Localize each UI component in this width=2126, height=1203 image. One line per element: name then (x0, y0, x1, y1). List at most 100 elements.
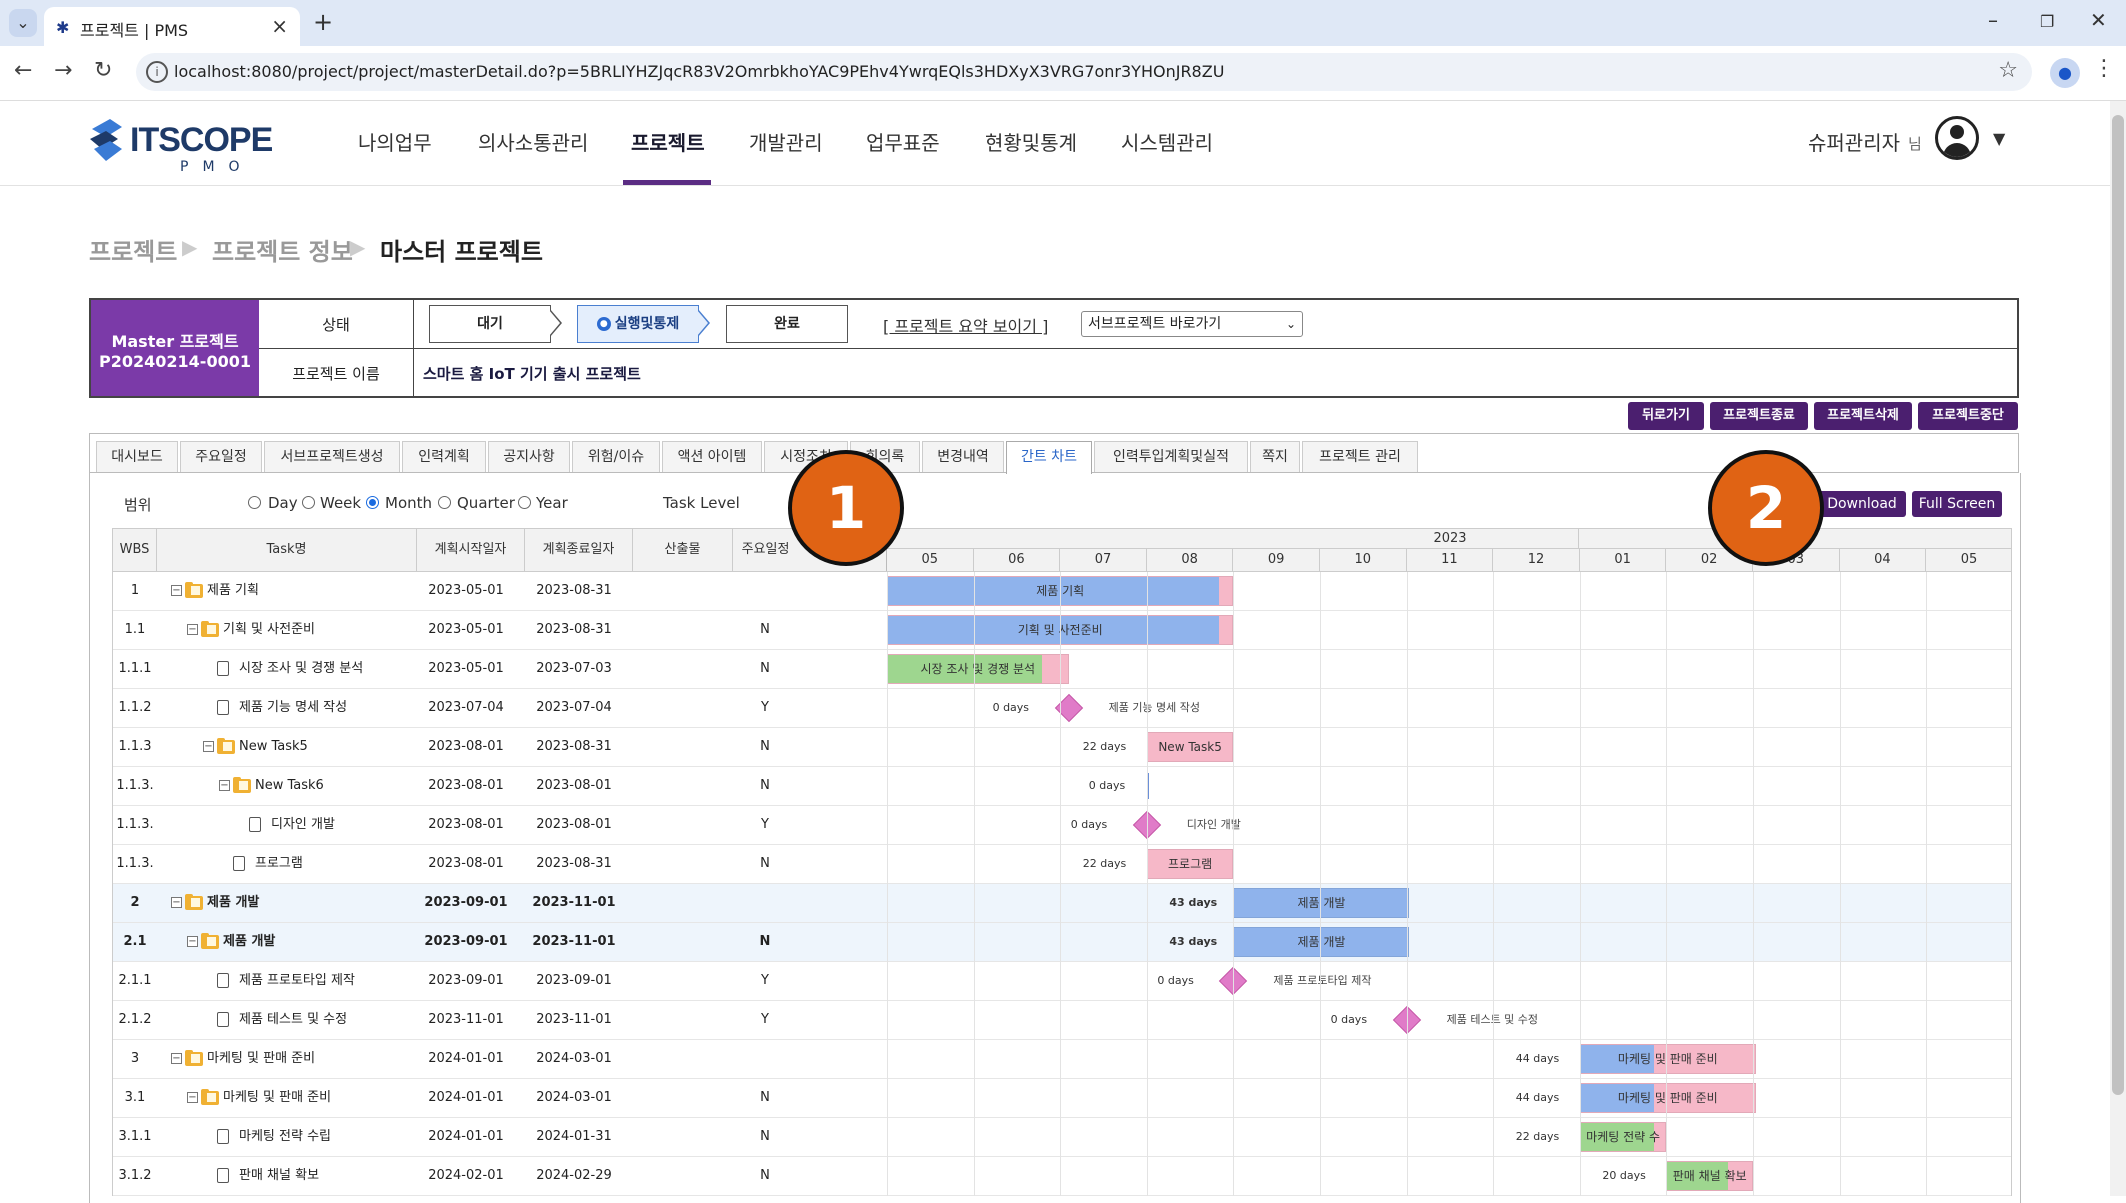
stop-project-button[interactable]: 프로젝트중단 (1918, 402, 2018, 430)
end-project-button[interactable]: 프로젝트종료 (1710, 402, 1808, 430)
download-button[interactable]: Download (1818, 491, 1906, 517)
gantt-row[interactable]: 1.1.3. 디자인 개발 2023-08-01 2023-08-01 Y 디자인 개발 0… (113, 806, 2011, 845)
tab-memo[interactable]: 쪽지 (1250, 441, 1300, 472)
collapse-toggle-icon[interactable]: − (187, 936, 198, 947)
gantt-row[interactable]: 2.1.1 제품 프로토타입 제작 2023-09-01 2023-09-01 Y 제품 … (113, 962, 2011, 1001)
breadcrumb-project-info[interactable]: 프로젝트 정보 (212, 232, 353, 267)
window-close-icon[interactable]: ✕ (2090, 8, 2107, 32)
radio-quarter[interactable] (438, 496, 451, 509)
milestone-diamond[interactable] (1054, 693, 1083, 723)
gantt-bar[interactable]: 제품 개발 (1233, 888, 1410, 918)
gantt-row[interactable]: 1.1− 기획 및 사전준비 2023-05-01 2023-08-31 N 기획 및 사… (113, 611, 2011, 650)
delete-project-button[interactable]: 프로젝트삭제 (1814, 402, 1912, 430)
new-tab-icon[interactable]: + (313, 8, 333, 36)
avatar-icon[interactable] (1935, 116, 1979, 160)
task-name[interactable]: 마케팅 및 판매 준비 (223, 1079, 331, 1117)
collapse-toggle-icon[interactable]: − (203, 741, 214, 752)
user-name[interactable]: 슈퍼관리자 (1808, 127, 1900, 156)
nav-my-work[interactable]: 나의업무 (358, 127, 432, 156)
tab-action-items[interactable]: 액션 아이템 (662, 441, 762, 472)
radio-month[interactable] (366, 496, 379, 509)
tab-gantt-chart[interactable]: 간트 차트 (1006, 441, 1092, 474)
radio-week[interactable] (302, 496, 315, 509)
gantt-row[interactable]: 3.1.1 마케팅 전략 수립 2024-01-01 2024-01-31 N 마케팅 전… (113, 1118, 2011, 1157)
gantt-row[interactable]: 1.1.3. − New Task6 2023-08-01 2023-08-01 N 0 d… (113, 767, 2011, 806)
back-icon[interactable]: ← (14, 58, 32, 83)
gantt-row[interactable]: 2.1 − 제품 개발 2023-09-01 2023-11-01 N 제품 개발 43 da… (113, 923, 2011, 962)
project-summary-link[interactable]: [ 프로젝트 요약 보이기 ] (883, 313, 1048, 337)
gantt-row[interactable]: 3.1 − 마케팅 및 판매 준비 2024-01-01 2024-03-01 N 마케팅 … (113, 1079, 2011, 1118)
nav-system-admin[interactable]: 시스템관리 (1121, 127, 1213, 156)
tab-project-management[interactable]: 프로젝트 관리 (1302, 441, 1418, 472)
url-field[interactable]: i localhost:8080/project/project/masterD… (136, 53, 2032, 91)
tab-create-subproject[interactable]: 서브프로젝트생성 (264, 441, 400, 472)
gantt-bar[interactable]: New Task5 (1146, 732, 1234, 762)
nav-communication[interactable]: 의사소통관리 (478, 127, 588, 156)
tab-staffing-results[interactable]: 인력투입계획및실적 (1094, 441, 1248, 472)
gantt-row[interactable]: 1.1.1 시장 조사 및 경쟁 분석 2023-05-01 2023-07-03 N 시… (113, 650, 2011, 689)
task-name[interactable]: 제품 프로토타입 제작 (239, 962, 355, 1000)
tab-change-history[interactable]: 변경내역 (922, 441, 1004, 472)
tab-dashboard[interactable]: 대시보드 (96, 441, 178, 472)
breadcrumb-project[interactable]: 프로젝트 (89, 232, 177, 267)
gantt-row[interactable]: 1.1.2 제품 기능 명세 작성 2023-07-04 2023-07-04 Y 제품 … (113, 689, 2011, 728)
browser-profile-icon[interactable]: ● (2050, 58, 2080, 88)
nav-project[interactable]: 프로젝트 (631, 127, 705, 156)
task-name[interactable]: 마케팅 전략 수립 (239, 1118, 331, 1156)
collapse-toggle-icon[interactable]: − (187, 624, 198, 635)
task-name[interactable]: 제품 기능 명세 작성 (239, 689, 347, 727)
reload-icon[interactable]: ↻ (94, 58, 112, 83)
gantt-bar[interactable]: 시장 조사 및 경쟁 분석 (887, 654, 1069, 684)
task-name[interactable]: 디자인 개발 (271, 806, 335, 844)
nav-work-standard[interactable]: 업무표준 (866, 127, 940, 156)
gantt-row[interactable]: 1.1.3 − New Task5 2023-08-01 2023-08-31 N New … (113, 728, 2011, 767)
task-name[interactable]: 시장 조사 및 경쟁 분석 (239, 650, 363, 688)
subproject-select[interactable]: 서브프로젝트 바로가기 ⌄ (1081, 311, 1303, 337)
gantt-row[interactable]: 2.1.2 제품 테스트 및 수정 2023-11-01 2023-11-01 Y 제품 … (113, 1001, 2011, 1040)
tab-key-schedule[interactable]: 주요일정 (180, 441, 262, 472)
gantt-bar[interactable]: 마케팅 전략 수 (1579, 1122, 1667, 1152)
task-name[interactable]: 판매 채널 확보 (239, 1157, 319, 1195)
gantt-bar[interactable]: 프로그램 (1146, 849, 1234, 879)
tab-notices[interactable]: 공지사항 (488, 441, 570, 472)
tab-risk-issue[interactable]: 위험/이슈 (572, 441, 660, 472)
task-name[interactable]: New Task5 (239, 728, 308, 766)
task-name[interactable]: 마케팅 및 판매 준비 (207, 1040, 315, 1078)
collapse-toggle-icon[interactable]: − (219, 780, 230, 791)
tab-search-icon[interactable]: ⌄ (9, 9, 37, 37)
step-waiting[interactable]: 대기 (429, 305, 551, 343)
nav-status-stats[interactable]: 현황및통계 (985, 127, 1077, 156)
minimize-icon[interactable]: – (1988, 8, 1998, 32)
collapse-toggle-icon[interactable]: − (187, 1092, 198, 1103)
forward-icon[interactable]: → (54, 58, 72, 83)
collapse-toggle-icon[interactable]: − (171, 897, 182, 908)
task-name[interactable]: 기획 및 사전준비 (223, 611, 315, 649)
task-name[interactable]: 프로그램 (255, 845, 303, 883)
close-tab-icon[interactable]: × (271, 14, 288, 38)
gantt-row[interactable]: 2 − 제품 개발 2023-09-01 2023-11-01 제품 개발 43 days (113, 884, 2011, 923)
radio-year[interactable] (518, 496, 531, 509)
site-info-icon[interactable]: i (146, 61, 168, 83)
nav-development[interactable]: 개발관리 (749, 127, 823, 156)
collapse-toggle-icon[interactable]: − (171, 1053, 182, 1064)
task-name[interactable]: 제품 개발 (223, 923, 275, 961)
task-name[interactable]: New Task6 (255, 767, 324, 805)
collapse-toggle-icon[interactable]: − (171, 585, 182, 596)
task-name[interactable]: 제품 기획 (207, 572, 259, 610)
task-name[interactable]: 제품 개발 (207, 884, 259, 922)
gantt-bar[interactable]: 제품 개발 (1233, 927, 1410, 957)
gantt-row[interactable]: 3 − 마케팅 및 판매 준비 2024-01-01 2024-03-01 마케팅 및 판… (113, 1040, 2011, 1079)
step-complete[interactable]: 완료 (726, 305, 848, 343)
tab-staffing-plan[interactable]: 인력계획 (402, 441, 486, 472)
back-button[interactable]: 뒤로가기 (1628, 402, 1704, 430)
gantt-bar[interactable]: 판매 채널 확보 (1666, 1161, 1753, 1191)
gantt-row[interactable]: 1.1.3. 프로그램 2023-08-01 2023-08-31 N 프로그램 22 da… (113, 845, 2011, 884)
user-menu-caret-icon[interactable]: ▼ (1993, 129, 2005, 148)
browser-tab[interactable]: ✱ 프로젝트 | PMS × (44, 7, 300, 46)
browser-menu-icon[interactable]: ⋮ (2093, 56, 2115, 81)
task-name[interactable]: 제품 테스트 및 수정 (239, 1001, 347, 1039)
gantt-row[interactable]: 3.1.2 판매 채널 확보 2024-02-01 2024-02-29 N 판매 채널 … (113, 1157, 2011, 1196)
gantt-bar[interactable]: 마케팅 및 판매 준비 (1579, 1044, 1756, 1074)
page-scrollbar[interactable] (2110, 101, 2126, 1196)
bookmark-star-icon[interactable]: ☆ (1998, 58, 2018, 83)
